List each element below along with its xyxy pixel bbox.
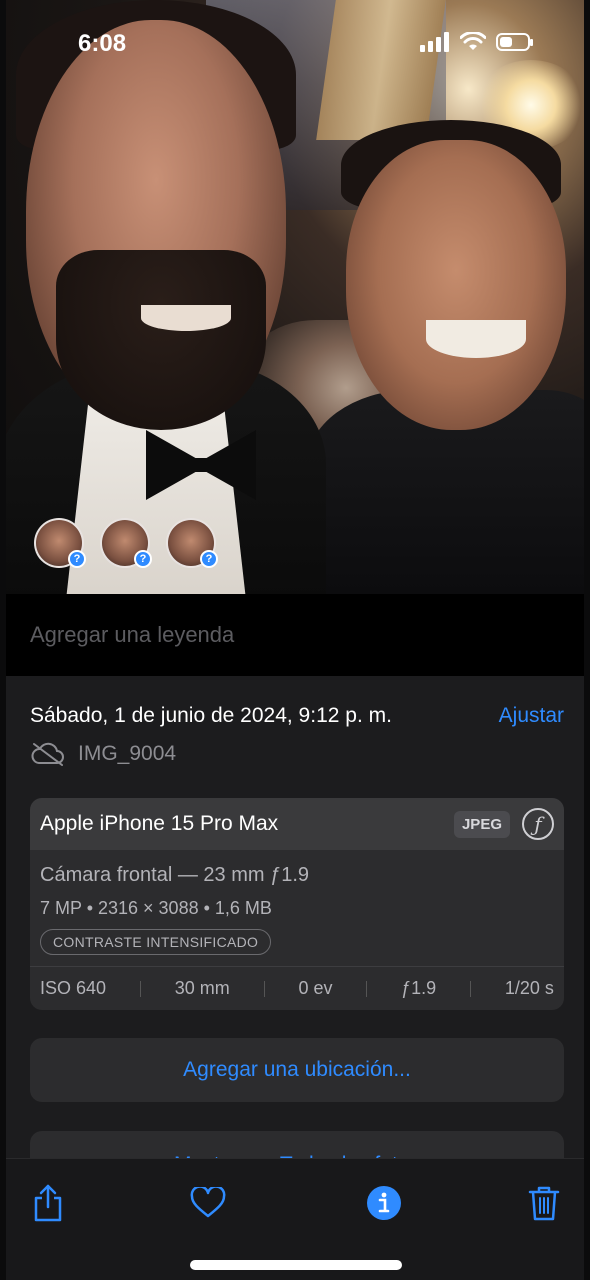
exif-separator bbox=[139, 980, 141, 997]
unknown-person-badge: ? bbox=[134, 550, 152, 568]
share-icon[interactable] bbox=[28, 1183, 68, 1223]
trash-icon[interactable] bbox=[524, 1183, 564, 1223]
file-row: IMG_9004 bbox=[30, 742, 176, 766]
status-icons bbox=[420, 32, 533, 52]
photo-pillar bbox=[316, 0, 446, 140]
file-name: IMG_9004 bbox=[78, 742, 177, 765]
battery-icon bbox=[496, 33, 533, 51]
format-badge: JPEG bbox=[453, 810, 510, 838]
add-location-button[interactable]: Agregar una ubicación... bbox=[30, 1038, 564, 1102]
style-badge: CONTRASTE INTENSIFICADO bbox=[40, 929, 272, 955]
exif-aperture: ƒ1.9 bbox=[401, 978, 437, 998]
device-name: Apple iPhone 15 Pro Max bbox=[40, 812, 279, 835]
photo-view[interactable]: ? ? ? bbox=[6, 0, 584, 594]
exif-iso: ISO 640 bbox=[40, 978, 107, 998]
camera-info-card: Apple iPhone 15 Pro Max JPEG ƒ Cámara fr… bbox=[30, 798, 564, 1010]
photo-person-right-face bbox=[346, 140, 566, 430]
f-icon[interactable]: ƒ bbox=[522, 808, 554, 840]
status-bar: 6:08 bbox=[0, 24, 590, 64]
face-chip[interactable]: ? bbox=[34, 518, 86, 568]
wifi-icon bbox=[460, 32, 486, 50]
info-icon[interactable] bbox=[364, 1183, 404, 1223]
image-specs: 7 MP • 2316 × 3088 • 1,6 MB bbox=[40, 898, 272, 918]
photo-person-left-smile bbox=[141, 305, 231, 331]
exif-separator bbox=[263, 980, 265, 997]
signal-icon bbox=[420, 32, 449, 52]
cloud-off-icon bbox=[31, 742, 64, 766]
unknown-person-badge: ? bbox=[68, 550, 86, 568]
exif-shutter: 1/20 s bbox=[504, 978, 554, 998]
camera-info-header: Apple iPhone 15 Pro Max JPEG ƒ bbox=[30, 798, 564, 850]
exif-focal: 30 mm bbox=[174, 978, 230, 998]
home-indicator[interactable] bbox=[190, 1260, 402, 1270]
exif-separator bbox=[470, 980, 472, 997]
camera-info-badges: JPEG ƒ bbox=[453, 808, 554, 840]
face-chip[interactable]: ? bbox=[166, 518, 218, 568]
status-time: 6:08 bbox=[78, 30, 127, 57]
heart-icon[interactable] bbox=[188, 1183, 228, 1223]
date-row: Sábado, 1 de junio de 2024, 9:12 p. m. A… bbox=[30, 704, 564, 728]
info-panel: Sábado, 1 de junio de 2024, 9:12 p. m. A… bbox=[6, 676, 584, 1195]
photo-person-right-smile bbox=[426, 320, 526, 358]
lens-info: Cámara frontal — 23 mm ƒ1.9 bbox=[40, 864, 309, 886]
unknown-person-badge: ? bbox=[200, 550, 218, 568]
exif-separator bbox=[366, 980, 368, 997]
photo-person-left-beard bbox=[56, 250, 266, 430]
detected-faces: ? ? ? bbox=[34, 518, 218, 568]
exif-row: ISO 640 30 mm 0 ev ƒ1.9 1/20 s bbox=[30, 966, 564, 1010]
caption-field[interactable]: Agregar una leyenda bbox=[6, 594, 584, 676]
adjust-button[interactable]: Ajustar bbox=[499, 704, 564, 728]
exif-ev: 0 ev bbox=[298, 978, 333, 998]
face-chip[interactable]: ? bbox=[100, 518, 152, 568]
battery-fill bbox=[500, 37, 512, 47]
capture-date: Sábado, 1 de junio de 2024, 9:12 p. m. bbox=[30, 704, 392, 727]
